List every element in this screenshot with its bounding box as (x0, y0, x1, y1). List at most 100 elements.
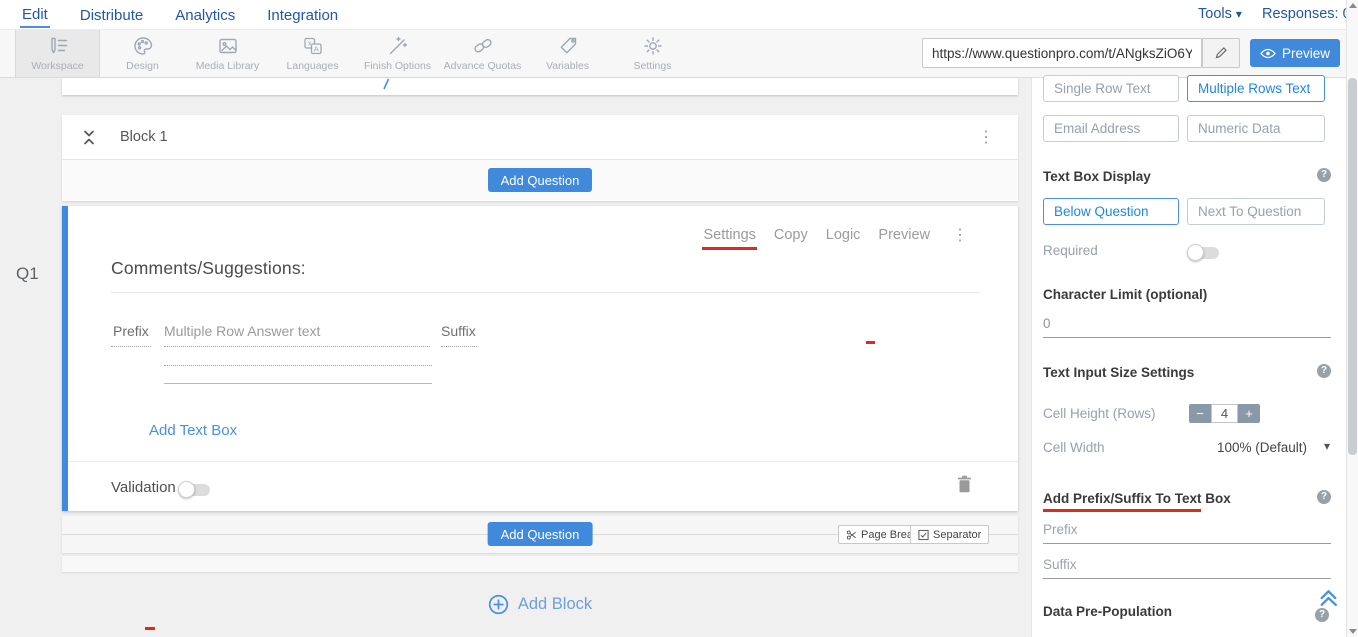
block-end-strip (62, 556, 1018, 572)
tab-integration[interactable]: Integration (265, 3, 340, 27)
variables-icon (557, 35, 579, 57)
question-menu-icon[interactable] (952, 225, 968, 245)
cell-height-value[interactable]: 4 (1211, 404, 1238, 423)
tab-analytics[interactable]: Analytics (173, 3, 237, 27)
page-scrollbar (1346, 0, 1358, 637)
chevron-down-icon[interactable] (1324, 439, 1330, 453)
question-tab-preview[interactable]: Preview (878, 227, 930, 243)
toggle-knob (178, 481, 195, 498)
answer-type-single-row[interactable]: Single Row Text (1043, 75, 1179, 102)
add-block-label: Add Block (518, 595, 592, 614)
responses-counter[interactable]: Responses: 0 (1262, 6, 1351, 22)
answer-type-email[interactable]: Email Address (1043, 115, 1179, 142)
add-question-button-bottom[interactable]: Add Question (488, 522, 593, 546)
scrollbar-thumb[interactable] (1348, 78, 1357, 455)
toolbar-item-media-library[interactable]: Media Library (185, 30, 270, 77)
help-icon[interactable] (1317, 490, 1331, 504)
svg-text:A: A (313, 44, 318, 53)
scrollbar-down-arrow[interactable] (1349, 629, 1357, 634)
toolbar-item-advance-quotas[interactable]: Advance Quotas (440, 30, 525, 77)
media-library-icon (217, 35, 239, 57)
cell-height-stepper: − 4 + (1189, 404, 1260, 423)
display-below-question[interactable]: Below Question (1043, 198, 1179, 225)
question-title[interactable]: Comments/Suggestions: (111, 258, 306, 279)
toolbar-item-languages[interactable]: x A Languages (270, 30, 355, 77)
answer-type-numeric[interactable]: Numeric Data (1187, 115, 1325, 142)
character-limit-heading: Character Limit (optional) (1043, 287, 1207, 302)
text-input-size-heading: Text Input Size Settings (1043, 365, 1194, 380)
prefix-underline (111, 346, 151, 347)
tab-edit[interactable]: Edit (20, 2, 50, 28)
block-header: Block 1 (62, 115, 1018, 160)
answer-textbox-placeholder[interactable]: Multiple Row Answer text (164, 323, 320, 339)
toggle-knob (1187, 244, 1204, 261)
tools-menu[interactable]: Tools (1198, 6, 1242, 22)
questionpro-survey-editor: Edit Distribute Analytics Integration To… (0, 0, 1358, 637)
answer-row-line-1 (164, 346, 430, 347)
decrement-button[interactable]: − (1189, 404, 1211, 423)
question-tab-settings[interactable]: Settings (703, 227, 755, 243)
settings-icon (642, 35, 664, 57)
toolbar-item-settings[interactable]: Settings (610, 30, 695, 77)
svg-text:x: x (307, 39, 311, 48)
survey-url-input[interactable] (922, 38, 1202, 68)
question-tab-copy[interactable]: Copy (774, 227, 808, 243)
workspace-icon (47, 35, 69, 57)
edit-url-button[interactable] (1202, 38, 1240, 68)
character-limit-input[interactable] (1043, 316, 1331, 338)
separator-button[interactable]: Separator (910, 525, 989, 544)
question-tab-logic[interactable]: Logic (826, 227, 861, 243)
tools-label: Tools (1198, 6, 1232, 22)
survey-title-card-partial (62, 78, 1018, 95)
add-question-button[interactable]: Add Question (488, 168, 593, 192)
delete-question-icon[interactable] (957, 475, 972, 493)
separator-checkbox-icon (918, 529, 929, 541)
help-icon[interactable] (1315, 608, 1329, 622)
toolbar-item-label: Advance Quotas (444, 60, 522, 72)
block-title: Block 1 (120, 129, 168, 145)
tab-distribute[interactable]: Distribute (78, 3, 145, 27)
toolbar-item-workspace[interactable]: Workspace (15, 30, 100, 77)
display-next-to-question[interactable]: Next To Question (1187, 198, 1325, 225)
increment-button[interactable]: + (1238, 404, 1260, 423)
toolbar-item-finish-options[interactable]: Finish Options (355, 30, 440, 77)
validation-label: Validation (111, 479, 176, 496)
toolbar-item-label: Languages (287, 60, 339, 72)
data-pre-population-heading: Data Pre-Population (1043, 604, 1172, 619)
page-break-icon (846, 529, 857, 541)
suffix-input[interactable] (1043, 557, 1331, 579)
block-card: Block 1 Add Question (62, 115, 1018, 201)
add-text-box-link[interactable]: Add Text Box (149, 422, 237, 439)
question-number-label: Q1 (16, 264, 39, 284)
validation-toggle[interactable] (180, 484, 210, 496)
help-icon[interactable] (1317, 168, 1331, 182)
languages-icon: x A (302, 35, 324, 57)
prefix-suffix-heading: Add Prefix/Suffix To Text Box (1043, 491, 1231, 506)
prefix-input[interactable] (1043, 522, 1331, 544)
cell-width-select[interactable]: 100% (Default) (1217, 440, 1307, 455)
preview-button[interactable]: Preview (1250, 39, 1340, 67)
required-toggle[interactable] (1189, 247, 1219, 259)
question-card: Settings Copy Logic Preview Comments/Sug… (62, 206, 1018, 511)
scrollbar-up-arrow[interactable] (1349, 3, 1357, 8)
text-box-display-heading: Text Box Display (1043, 169, 1151, 184)
toolbar-item-design[interactable]: Design (100, 30, 185, 77)
required-label: Required (1043, 243, 1098, 258)
scroll-to-top-icon[interactable] (1317, 586, 1340, 607)
question-settings-sidebar: Single Row Text Multiple Rows Text Email… (1031, 78, 1346, 637)
question-footer-divider (68, 461, 1018, 462)
edit-pencil-fragment-icon (382, 78, 390, 90)
answer-type-multiple-rows[interactable]: Multiple Rows Text (1187, 75, 1325, 102)
block-menu-icon[interactable] (978, 127, 994, 147)
suffix-label[interactable]: Suffix (441, 323, 476, 339)
help-icon[interactable] (1317, 364, 1331, 378)
toolbar-item-label: Media Library (196, 60, 260, 72)
prefix-label[interactable]: Prefix (113, 323, 149, 339)
add-block-button[interactable]: Add Block (62, 591, 1018, 617)
toolbar-item-variables[interactable]: Variables (525, 30, 610, 77)
cell-height-label: Cell Height (Rows) (1043, 406, 1156, 421)
toolbar-item-label: Workspace (31, 60, 83, 72)
question-tabs: Settings Copy Logic Preview (703, 227, 930, 243)
collapse-block-icon[interactable] (82, 129, 96, 146)
design-icon (132, 35, 154, 57)
